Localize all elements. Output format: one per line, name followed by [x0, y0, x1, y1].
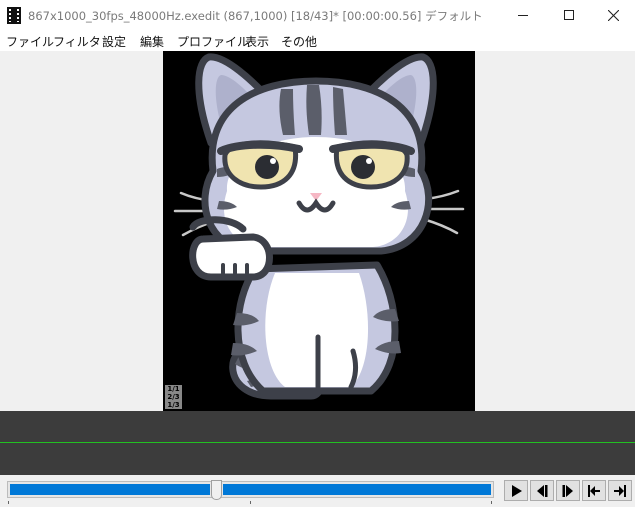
playback-controls [0, 475, 635, 507]
play-icon [512, 484, 522, 497]
close-icon [608, 9, 619, 21]
jump-to-end-icon [614, 484, 626, 497]
film-icon [7, 7, 21, 24]
layer-badge: 1/1 [167, 385, 180, 393]
minimize-icon [518, 14, 528, 16]
next-frame-button[interactable] [556, 480, 580, 501]
jump-to-end-button[interactable] [608, 480, 632, 501]
previous-frame-icon [537, 484, 548, 497]
play-button[interactable] [504, 480, 528, 501]
window-title: 867x1000_30fps_48000Hz.exedit (867,1000)… [28, 9, 483, 23]
menu-profile[interactable]: プロファイル [177, 33, 249, 50]
minimize-button[interactable] [500, 0, 546, 30]
menu-file[interactable]: ファイル [6, 33, 54, 50]
seek-tick [250, 501, 251, 504]
menu-settings[interactable]: 設定 [102, 33, 126, 50]
jump-to-start-icon [588, 484, 600, 497]
seek-remaining-fill [223, 484, 491, 495]
menu-other[interactable]: その他 [281, 33, 317, 50]
seek-tick [8, 501, 9, 504]
cat-illustration [173, 53, 465, 400]
layer-badge: 1/3 [167, 401, 180, 409]
seek-progress-fill [10, 484, 210, 495]
menu-filter[interactable]: フィルタ [53, 33, 101, 50]
maximize-button[interactable] [546, 0, 592, 30]
close-button[interactable] [592, 0, 635, 30]
seek-bar[interactable] [7, 480, 494, 500]
previous-frame-button[interactable] [530, 480, 554, 501]
seek-tick [491, 501, 492, 504]
layer-badge: 2/3 [167, 393, 180, 401]
seek-thumb[interactable] [211, 480, 222, 500]
title-bar: 867x1000_30fps_48000Hz.exedit (867,1000)… [0, 0, 635, 30]
jump-to-start-button[interactable] [582, 480, 606, 501]
video-preview[interactable]: 1/1 2/3 1/3 [163, 51, 475, 411]
next-frame-icon [562, 484, 573, 497]
timeline-cursor-line [0, 442, 635, 443]
menu-view[interactable]: 表示 [245, 33, 269, 50]
timeline-area[interactable] [0, 411, 635, 475]
menu-bar: ファイル フィルタ 設定 編集 プロファイル 表示 その他 [0, 30, 635, 51]
layer-badges: 1/1 2/3 1/3 [165, 385, 182, 409]
menu-edit[interactable]: 編集 [140, 33, 164, 50]
maximize-icon [564, 10, 574, 20]
